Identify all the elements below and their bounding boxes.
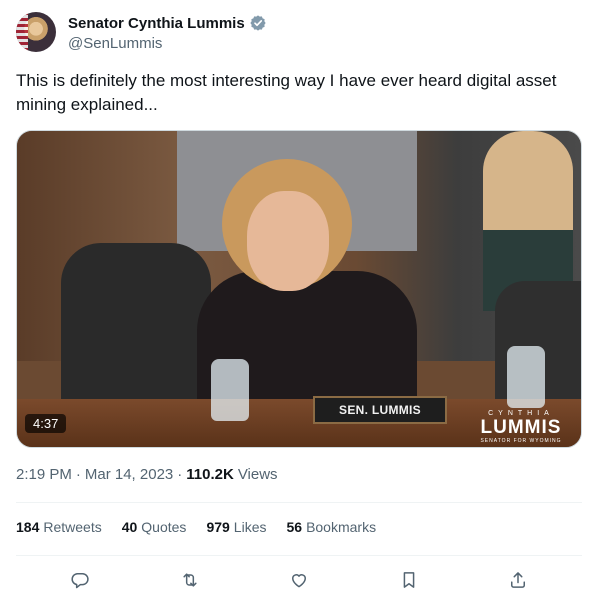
- stat-quotes[interactable]: 40 Quotes: [122, 519, 187, 535]
- bookmark-icon: [403, 572, 414, 588]
- display-name[interactable]: Senator Cynthia Lummis: [68, 15, 245, 32]
- video-speaker: [167, 151, 427, 431]
- views-label: Views: [237, 466, 278, 483]
- handle[interactable]: @SenLummis: [68, 35, 162, 52]
- stat-count: 40: [121, 519, 138, 535]
- logo-main-text: LUMMIS: [480, 417, 562, 438]
- share-icon: [511, 572, 525, 588]
- video-duration-badge: 4:37: [25, 414, 67, 433]
- stat-count: 979: [206, 519, 230, 535]
- share-button[interactable]: [500, 562, 536, 598]
- retweet-icon: [182, 573, 197, 587]
- tweet-header: Senator Cynthia Lummis @SenLummis: [16, 12, 582, 54]
- tweet-date[interactable]: Mar 14, 2023: [85, 466, 173, 483]
- reply-icon: [71, 573, 89, 589]
- name-row: Senator Cynthia Lummis: [68, 14, 267, 32]
- views-count: 110.2K: [186, 466, 234, 483]
- stat-label: Retweets: [43, 519, 102, 535]
- reply-button[interactable]: [62, 562, 98, 598]
- nameplate: SEN. LUMMIS: [313, 396, 447, 424]
- meta-separator: ·: [75, 466, 81, 483]
- action-bar: [16, 562, 582, 598]
- stat-label: Bookmarks: [306, 519, 377, 535]
- bookmark-button[interactable]: [391, 562, 427, 598]
- tweet-meta: 2:19 PM · Mar 14, 2023 · 110.2K Views: [16, 466, 278, 483]
- stat-bookmarks[interactable]: 56 Bookmarks: [286, 519, 376, 535]
- stat-count: 184: [16, 519, 40, 535]
- like-icon: [292, 574, 306, 588]
- divider: [16, 555, 582, 556]
- sanitizer-bottle: [211, 359, 249, 421]
- engagement-stats: 184 Retweets 40 Quotes 979 Likes 56 Bookmark…: [16, 519, 376, 535]
- speaker-face: [247, 191, 329, 291]
- divider: [16, 502, 582, 503]
- sanitizer-bottle: [507, 346, 545, 408]
- tweet-text: This is definitely the most interesting …: [16, 71, 557, 114]
- logo-sub-text: SENATOR FOR WYOMING: [480, 438, 562, 444]
- video-player[interactable]: SEN. LUMMIS 4:37 CYNTHIA LUMMIS SENATOR …: [16, 130, 582, 448]
- stat-retweets[interactable]: 184 Retweets: [16, 519, 102, 535]
- stat-label: Quotes: [141, 519, 187, 535]
- stat-likes[interactable]: 979 Likes: [206, 519, 266, 535]
- stat-count: 56: [286, 519, 303, 535]
- lummis-logo: CYNTHIA LUMMIS SENATOR FOR WYOMING: [475, 409, 567, 445]
- retweet-button[interactable]: [172, 562, 208, 598]
- avatar[interactable]: [16, 12, 56, 52]
- verified-badge-icon[interactable]: [249, 14, 267, 32]
- flag-decoration: [16, 12, 28, 52]
- tweet-time[interactable]: 2:19 PM: [16, 466, 72, 483]
- like-button[interactable]: [281, 562, 317, 598]
- stat-label: Likes: [233, 519, 267, 535]
- meta-separator: ·: [177, 466, 183, 483]
